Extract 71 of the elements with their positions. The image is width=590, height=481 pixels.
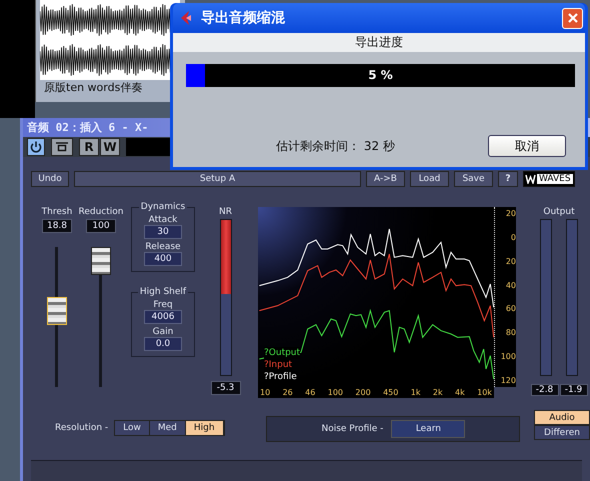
axis-label: 1k [410,388,420,397]
meter-reading: -2.8 [530,384,558,396]
close-icon [566,12,578,24]
axis-label: 20 [504,209,516,218]
axis-label: 10k [477,388,492,397]
axis-label: 40 [504,280,516,290]
time-remaining: 估计剩余时间： 32 秒 [276,138,396,154]
close-button[interactable] [562,8,583,28]
value-display: 100 [86,219,116,233]
param-field[interactable]: 4006 [144,310,182,324]
power-icon [29,140,43,154]
rectangle-icon [55,142,69,152]
undo-button[interactable]: Undo [31,171,69,187]
fader-label: Thresh [42,207,72,217]
param-field[interactable]: 0.0 [144,337,182,351]
progress-percent: 5 % [367,68,394,82]
axis-label: 10 [260,388,270,397]
noise-profile-label: Noise Profile - [321,424,384,434]
automation-button[interactable]: W [100,138,120,156]
automation-button[interactable]: R [79,138,99,156]
param-label: Gain [152,327,174,337]
axis-label: 450 [383,388,398,397]
axis-label: 80 [504,328,516,338]
axis-label: 120 [500,376,516,385]
legend-label: ?Input [264,359,292,371]
param-label: Attack [148,215,178,225]
audio-clip[interactable]: 原版ten words伴奏 [35,0,185,102]
monitor-option[interactable]: Audio [534,410,590,425]
fader-label: Reduction [78,207,124,217]
axis-label: 200 [355,388,371,397]
monitor-option[interactable]: Differen [534,425,590,440]
section-header: 导出进度 [173,33,585,52]
axis-label: 2k [432,388,443,397]
axis-label: 20 [504,256,516,266]
axis-label: 100 [328,388,344,397]
param-label: Freq [153,300,173,310]
preset-button[interactable]: Setup A [74,171,361,187]
meter-reading: -1.9 [560,384,588,396]
resolution-option[interactable]: Low [115,421,150,435]
fader-thumb[interactable] [91,247,111,275]
axis-label: 100 [500,352,516,362]
meter-label: NR [219,207,232,217]
group-title: Dynamics [138,202,188,212]
axis-label: 0 [510,232,516,242]
waves-logo-icon [525,174,536,184]
header-button[interactable]: Save [454,171,493,187]
clip-label: 原版ten words伴奏 [43,80,144,95]
cancel-button[interactable]: 取消 [488,135,566,157]
axis-label: 4k [455,388,465,397]
group-title: High Shelf [138,287,188,297]
resolution-option[interactable]: High [186,421,224,435]
param-field[interactable]: 400 [144,252,182,266]
header-button[interactable]: ? [498,171,518,187]
logo: WAVES [537,174,573,184]
value-display: 18.8 [42,219,72,233]
meter-label: Output [543,207,575,217]
param-label: Release [145,242,181,252]
power-button[interactable] [27,138,45,156]
meter-reading: -5.3 [210,381,240,395]
header-button[interactable]: Load [410,171,449,187]
axis-label: 26 [282,388,293,397]
axis-label: 46 [305,388,316,397]
learn-button[interactable]: Learn [391,420,466,438]
legend-label: ?Output [264,347,300,359]
axis-label: 60 [504,304,516,314]
resolution-option[interactable]: Med [150,421,186,435]
header-button[interactable]: A->B [366,171,405,187]
resolution-label: Resolution - [55,423,108,433]
dialog-title: 导出音频缩混 [201,9,286,27]
bypass-button[interactable] [51,138,73,156]
param-field[interactable]: 30 [144,225,182,239]
